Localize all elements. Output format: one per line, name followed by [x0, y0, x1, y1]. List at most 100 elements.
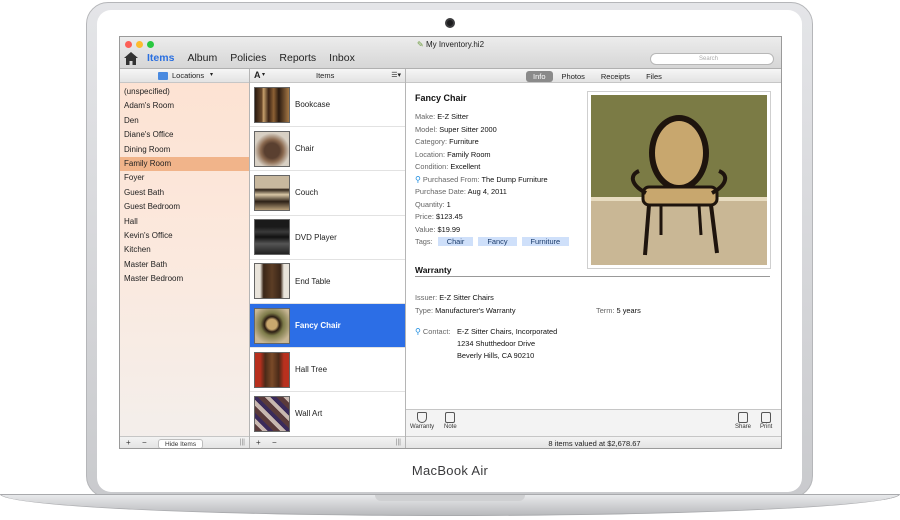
item-row[interactable]: Chair: [250, 127, 405, 172]
item-row[interactable]: End Table: [250, 260, 405, 304]
item-row[interactable]: Couch: [250, 171, 405, 216]
tab-photos[interactable]: Photos: [555, 71, 592, 82]
search-input[interactable]: Search: [650, 53, 774, 65]
location-item[interactable]: Guest Bedroom: [120, 200, 249, 214]
field-location[interactable]: Location: Family Room: [415, 150, 491, 159]
location-item[interactable]: Adam's Room: [120, 99, 249, 113]
note-button[interactable]: Note: [444, 412, 457, 430]
item-row[interactable]: DVD Player: [250, 216, 405, 260]
note-button-label: Note: [444, 424, 457, 430]
toolbar-tab-reports[interactable]: Reports: [279, 52, 316, 64]
field-value: Excellent: [450, 162, 481, 171]
location-item[interactable]: Hall: [120, 215, 249, 229]
location-item[interactable]: Master Bath: [120, 258, 249, 272]
field-value: Manufacturer's Warranty: [435, 306, 516, 315]
resize-handle-icon[interactable]: |||: [240, 439, 245, 446]
field-label: Make:: [415, 112, 436, 121]
print-button-label: Print: [760, 424, 773, 430]
field-value: $123.45: [435, 212, 463, 221]
close-button[interactable]: [125, 41, 132, 48]
item-row[interactable]: Hall Tree: [250, 348, 405, 393]
field-condition[interactable]: Condition: Excellent: [415, 162, 480, 171]
field-model[interactable]: Model: Super Sitter 2000: [415, 125, 497, 134]
tag[interactable]: Furniture: [521, 237, 570, 246]
location-item[interactable]: Den: [120, 114, 249, 128]
field-price[interactable]: Price: $123.45: [415, 212, 463, 221]
field-category[interactable]: Category: Furniture: [415, 137, 479, 146]
item-label: Chair: [295, 144, 315, 154]
toolbar-tab-policies[interactable]: Policies: [230, 52, 266, 64]
location-item[interactable]: Kitchen: [120, 243, 249, 257]
item-label: End Table: [295, 276, 331, 286]
field-value: E-Z Sitter Chairs: [439, 293, 494, 302]
locations-list: (unspecified) Adam's Room Den Diane's Of…: [120, 83, 249, 286]
item-label: Fancy Chair: [295, 321, 341, 331]
location-item[interactable]: Master Bedroom: [120, 272, 249, 286]
location-item[interactable]: Guest Bath: [120, 186, 249, 200]
tab-info[interactable]: Info: [526, 71, 553, 82]
toolbar-tab-items[interactable]: Items: [147, 52, 174, 64]
location-item[interactable]: Dining Room: [120, 143, 249, 157]
tab-receipts[interactable]: Receipts: [594, 71, 637, 82]
print-button[interactable]: Print: [760, 412, 772, 430]
view-options-icon[interactable]: ☰▾: [391, 71, 401, 79]
toolbar-tab-inbox[interactable]: Inbox: [329, 52, 355, 64]
location-item[interactable]: Foyer: [120, 171, 249, 185]
share-button[interactable]: Share: [735, 412, 751, 430]
field-label: Category:: [415, 137, 448, 146]
item-row[interactable]: Wall Art: [250, 392, 405, 437]
chevron-down-icon: ▾: [262, 72, 266, 78]
hall-tree-thumbnail: [254, 351, 290, 388]
item-row-selected[interactable]: Fancy Chair: [250, 303, 405, 349]
location-item[interactable]: Diane's Office: [120, 128, 249, 142]
add-location-button[interactable]: +: [126, 438, 131, 447]
field-label: Quantity:: [415, 199, 445, 209]
hide-items-button[interactable]: Hide Items: [158, 439, 204, 448]
locations-header[interactable]: Locations ▾: [120, 69, 249, 83]
add-item-button[interactable]: +: [256, 438, 261, 447]
bookcase-thumbnail: [254, 86, 290, 123]
shield-icon: [417, 412, 428, 423]
sort-button[interactable]: A: [254, 70, 261, 80]
items-footer: + − |||: [250, 436, 405, 448]
field-quantity[interactable]: Quantity: 1: [415, 200, 451, 209]
tag[interactable]: Chair: [437, 237, 474, 246]
tag[interactable]: Fancy: [478, 237, 517, 246]
remove-location-button[interactable]: −: [142, 438, 147, 447]
item-label: Bookcase: [295, 100, 331, 110]
laptop: MacBook Air ✎ My Inventory.hi2 Items Alb…: [0, 0, 900, 520]
resize-handle-icon[interactable]: |||: [396, 439, 401, 446]
field-value[interactable]: Value: $19.99: [415, 225, 460, 234]
tab-files[interactable]: Files: [639, 71, 669, 82]
warranty-type[interactable]: Type: Manufacturer's Warranty: [415, 306, 516, 315]
warranty-contact-line[interactable]: E-Z Sitter Chairs, Incorporated: [457, 327, 557, 336]
field-purchase-date[interactable]: Purchase Date: Aug 4, 2011: [415, 187, 507, 196]
location-item[interactable]: Kevin's Office: [120, 229, 249, 243]
field-make[interactable]: Make: E-Z Sitter: [415, 112, 468, 121]
remove-item-button[interactable]: −: [272, 438, 277, 447]
warranty-contact-line[interactable]: 1234 Shutthedoor Drive: [457, 339, 535, 348]
home-icon[interactable]: [124, 52, 138, 65]
item-photo[interactable]: [587, 91, 771, 269]
warranty-term[interactable]: Term: 5 years: [596, 306, 641, 315]
field-label: Purchase Date:: [415, 187, 466, 196]
field-purchased-from[interactable]: ⚲ Purchased From: The Dump Furniture: [415, 175, 548, 184]
warranty-issuer[interactable]: Issuer: E-Z Sitter Chairs: [415, 293, 494, 302]
item-label: DVD Player: [295, 232, 337, 242]
item-label: Wall Art: [295, 409, 323, 419]
location-item[interactable]: (unspecified): [120, 85, 249, 99]
zoom-button[interactable]: [147, 41, 154, 48]
warranty-contact-line[interactable]: Beverly Hills, CA 90210: [457, 351, 534, 360]
fancy-chair-photo: [591, 95, 767, 265]
location-item-selected[interactable]: Family Room: [120, 156, 249, 172]
end-table-thumbnail: [254, 263, 290, 300]
detail-pane: Info Photos Receipts Files Fancy Chair M…: [406, 69, 781, 448]
detail-tabs: Info Photos Receipts Files: [526, 71, 669, 82]
warranty-button[interactable]: Warranty: [410, 412, 434, 430]
field-label: Type:: [415, 306, 434, 315]
toolbar-tab-album[interactable]: Album: [187, 52, 217, 64]
document-icon: ✎: [417, 40, 424, 49]
item-row[interactable]: Bookcase: [250, 83, 405, 128]
minimize-button[interactable]: [136, 41, 143, 48]
status-bar: 8 items valued at $2,678.67: [406, 436, 781, 448]
